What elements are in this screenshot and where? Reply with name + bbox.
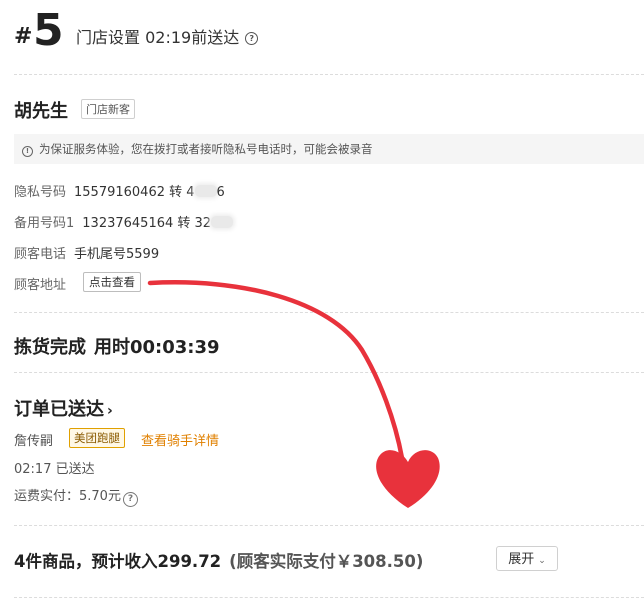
- chevron-down-icon: ⌄: [538, 556, 546, 566]
- expand-button[interactable]: 展开 ⌄: [496, 546, 558, 571]
- divider: [14, 597, 644, 598]
- divider: [14, 525, 644, 526]
- customer-phone-value: 手机尾号5599: [74, 247, 160, 262]
- backup-number-row: 备用号码1 13237645164 转 32: [14, 212, 234, 231]
- backup-number-value[interactable]: 13237645164 转 32: [82, 216, 234, 231]
- divider: [14, 312, 644, 313]
- divider: [14, 74, 644, 75]
- delivery-status-text: 订单已送达: [14, 399, 104, 420]
- divider: [14, 372, 644, 373]
- picking-status: 拣货完成 用时00:03:39: [14, 333, 220, 359]
- delivery-fee-text: 运费实付：5.70元: [14, 489, 121, 504]
- privacy-number-value[interactable]: 15579160462 转 46: [74, 185, 225, 200]
- heart-icon: [376, 450, 440, 508]
- delivery-fee: 运费实付：5.70元?: [14, 485, 138, 507]
- info-icon: !: [22, 146, 33, 157]
- help-icon[interactable]: ?: [245, 32, 259, 45]
- customer-phone-label: 顾客电话: [14, 247, 67, 262]
- rider-service-tag: 美团跑腿: [69, 428, 125, 448]
- privacy-number-label: 隐私号码: [14, 185, 67, 200]
- rider-name: 詹传嗣: [14, 434, 54, 449]
- redaction-blur: [194, 185, 217, 197]
- redaction-blur: [211, 216, 234, 228]
- privacy-number-row: 隐私号码 15579160462 转 46: [14, 181, 225, 200]
- delivered-time: 02:17 已送达: [14, 462, 95, 477]
- order-hash: #: [14, 24, 33, 49]
- annotation-arrow: [147, 280, 440, 508]
- delivery-info-text: 门店设置 02:19前送达: [76, 28, 240, 47]
- order-number: 5: [33, 5, 64, 56]
- expand-label: 展开: [508, 552, 535, 567]
- delivery-status[interactable]: 订单已送达 ›: [14, 395, 113, 421]
- customer-address-label: 顾客地址: [14, 278, 67, 293]
- recording-notice: ! 为保证服务体验，您在拨打或者接听隐私号电话时，可能会被录音: [14, 134, 644, 164]
- customer-tag: 门店新客: [81, 99, 135, 119]
- picking-duration: 用时00:03:39: [94, 337, 220, 358]
- delivery-info: 门店设置 02:19前送达?: [76, 24, 259, 48]
- picking-status-text: 拣货完成: [14, 337, 86, 358]
- notice-text: 为保证服务体验，您在拨打或者接听隐私号电话时，可能会被录音: [39, 142, 373, 156]
- customer-paid: (顾客实际支付￥308.50): [229, 552, 424, 571]
- help-icon[interactable]: ?: [122, 492, 138, 507]
- chevron-right-icon: ›: [107, 403, 113, 419]
- order-summary: 4件商品，预计收入299.72 (顾客实际支付￥308.50): [14, 548, 423, 572]
- customer-name: 胡先生: [14, 101, 68, 122]
- items-income: 4件商品，预计收入299.72: [14, 552, 222, 571]
- backup-number-label: 备用号码1: [14, 216, 75, 231]
- view-address-button[interactable]: 点击查看: [83, 272, 141, 292]
- customer-phone-row: 顾客电话 手机尾号5599: [14, 243, 159, 262]
- rider-details-link[interactable]: 查看骑手详情: [141, 430, 219, 449]
- customer-address-row: 顾客地址: [14, 274, 66, 293]
